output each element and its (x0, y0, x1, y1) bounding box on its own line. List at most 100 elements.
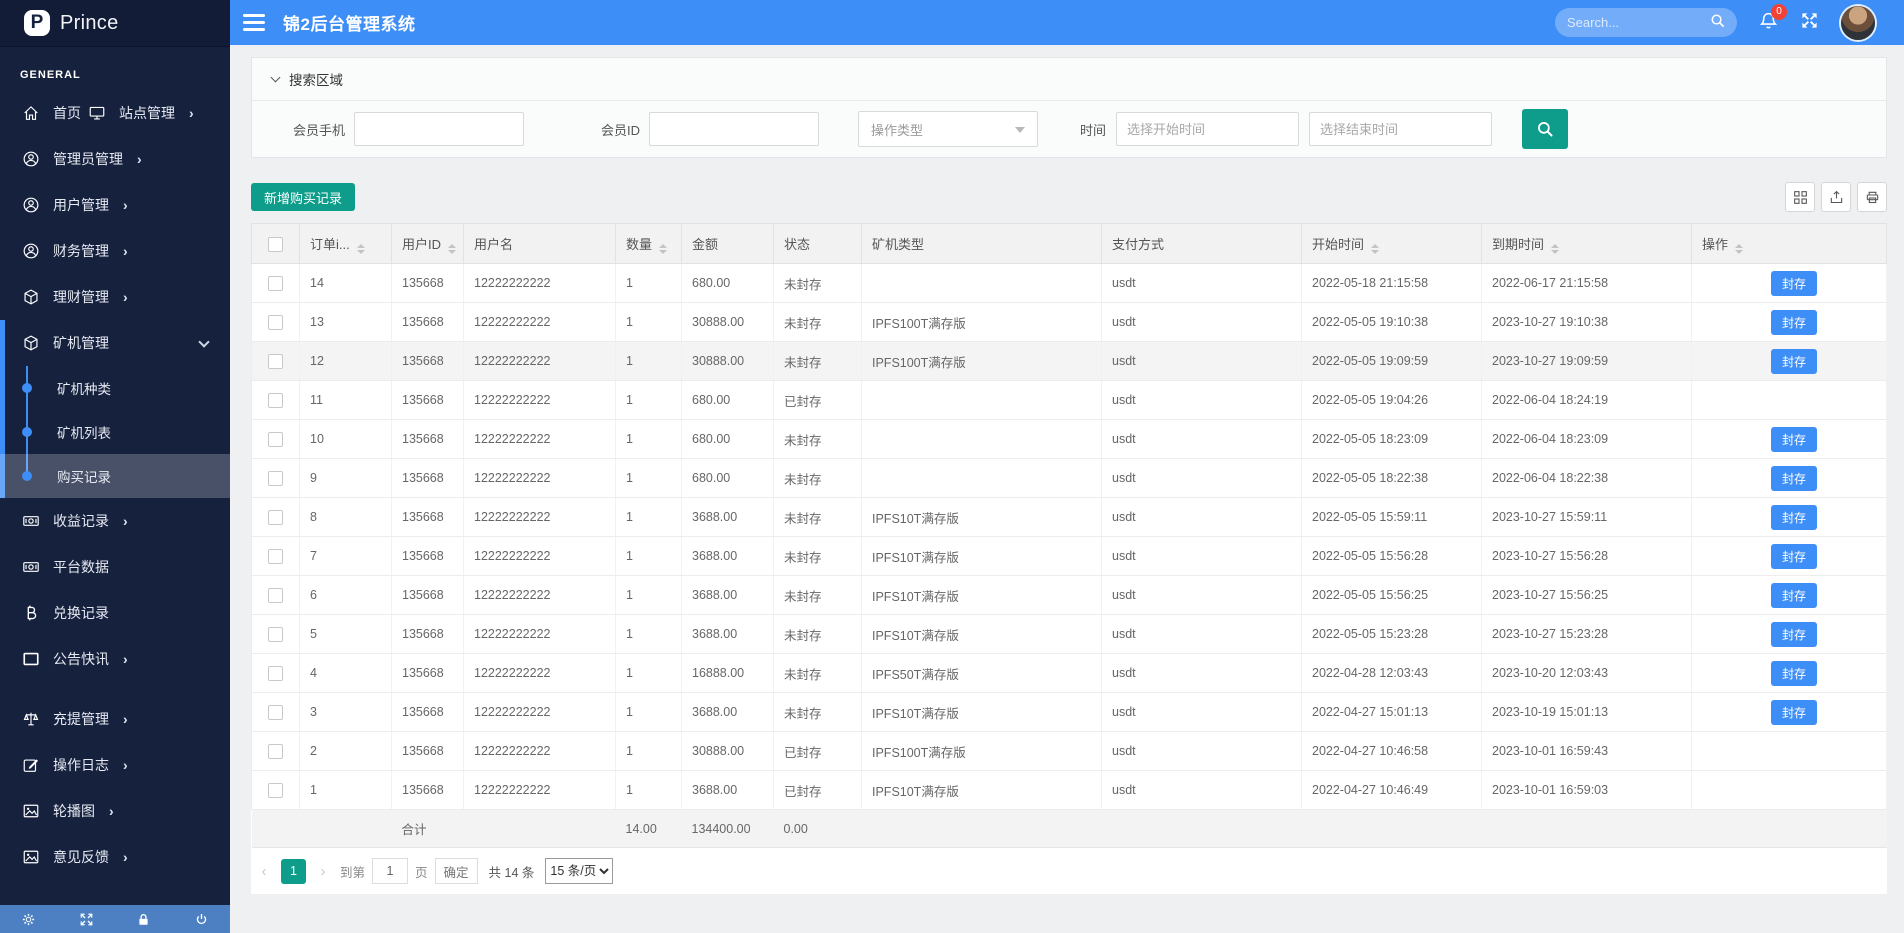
column-header-操作[interactable]: 操作 (1692, 224, 1887, 264)
columns-button[interactable] (1785, 182, 1815, 212)
sidebar-item-理财管理[interactable]: 理财管理› (0, 274, 230, 320)
sidebar-item-收益记录[interactable]: 收益记录› (0, 498, 230, 544)
sidebar-item-平台数据[interactable]: 平台数据 (0, 544, 230, 590)
column-header-到期时间[interactable]: 到期时间 (1482, 224, 1692, 264)
row-checkbox[interactable] (268, 627, 283, 642)
lock-icon[interactable] (115, 905, 173, 933)
power-icon[interactable] (173, 905, 231, 933)
seal-button[interactable]: 封存 (1771, 466, 1817, 491)
sort-arrows-icon[interactable] (357, 244, 365, 254)
header-search-input[interactable] (1567, 15, 1710, 30)
column-header-用户ID[interactable]: 用户ID (392, 224, 464, 264)
sidebar-item-充提管理[interactable]: 充提管理› (0, 696, 230, 742)
row-checkbox[interactable] (268, 549, 283, 564)
seal-button[interactable]: 封存 (1771, 700, 1817, 725)
row-checkbox[interactable] (268, 783, 283, 798)
avatar[interactable] (1841, 6, 1875, 40)
menu-toggle-icon[interactable] (243, 10, 267, 35)
gear-icon[interactable] (0, 905, 58, 933)
sort-arrows-icon[interactable] (448, 244, 456, 254)
add-record-button[interactable]: 新增购买记录 (251, 183, 355, 211)
column-header-订单i...[interactable]: 订单i... (300, 224, 392, 264)
notifications-button[interactable]: 0 (1759, 11, 1778, 35)
sidebar-item-财务管理[interactable]: 财务管理› (0, 228, 230, 274)
select-all-checkbox[interactable] (268, 237, 283, 252)
seal-button[interactable]: 封存 (1771, 583, 1817, 608)
column-header-数量[interactable]: 数量 (616, 224, 682, 264)
sidebar-item-兑换记录[interactable]: 兑换记录 (0, 590, 230, 636)
member-id-input[interactable] (649, 112, 819, 146)
row-checkbox[interactable] (268, 666, 283, 681)
prev-page-button[interactable]: ‹ (254, 863, 274, 880)
next-page-button[interactable]: › (313, 863, 333, 880)
row-checkbox[interactable] (268, 588, 283, 603)
sidebar-item-label: 首页 (53, 103, 81, 123)
sidebar-item-意见反馈[interactable]: 意见反馈› (0, 834, 230, 880)
row-checkbox[interactable] (268, 510, 283, 525)
export-button[interactable] (1821, 182, 1851, 212)
row-checkbox[interactable] (268, 393, 283, 408)
sort-arrows-icon[interactable] (1735, 244, 1743, 254)
search-form: 会员手机 会员ID 操作类型 时间 (252, 101, 1886, 157)
print-button[interactable] (1857, 182, 1887, 212)
sort-arrows-icon[interactable] (1371, 244, 1379, 254)
sidebar-subitem-矿机列表[interactable]: 矿机列表 (0, 410, 230, 454)
sidebar-subitem-购买记录[interactable]: 购买记录 (0, 454, 230, 498)
sidebar-item-站点管理[interactable]: 站点管理› (88, 90, 194, 136)
banknote-icon (22, 512, 40, 530)
sidebar-item-公告快讯[interactable]: 公告快讯› (0, 636, 230, 682)
operation-type-select[interactable]: 操作类型 (858, 111, 1038, 147)
cell-username: 12222222222 (464, 615, 616, 654)
sort-arrows-icon[interactable] (1551, 244, 1559, 254)
goto-confirm-button[interactable]: 确定 (435, 858, 478, 884)
start-time-input[interactable] (1116, 112, 1299, 146)
sidebar-item-首页[interactable]: 首页 (0, 90, 88, 136)
sidebar-item-用户管理[interactable]: 用户管理› (0, 182, 230, 228)
seal-button[interactable]: 封存 (1771, 661, 1817, 686)
current-page-button[interactable]: 1 (281, 859, 306, 884)
end-time-input[interactable] (1309, 112, 1492, 146)
goto-page-input[interactable] (372, 858, 408, 884)
cell-action: 封存 (1692, 537, 1887, 576)
seal-button[interactable]: 封存 (1771, 505, 1817, 530)
seal-button[interactable]: 封存 (1771, 271, 1817, 296)
table-row: 10 135668 12222222222 1 680.00 未封存 usdt … (252, 420, 1887, 459)
seal-button[interactable]: 封存 (1771, 310, 1817, 335)
seal-button[interactable]: 封存 (1771, 427, 1817, 452)
sort-arrows-icon[interactable] (659, 244, 667, 254)
column-header-开始时间[interactable]: 开始时间 (1302, 224, 1482, 264)
header-search[interactable] (1555, 8, 1737, 37)
window-icon (22, 650, 40, 668)
row-checkbox[interactable] (268, 705, 283, 720)
page-size-select[interactable]: 15 条/页 (545, 858, 613, 884)
brand-logo[interactable]: P Prince (0, 0, 230, 47)
cell-order-id: 8 (300, 498, 392, 537)
expand-icon[interactable] (58, 905, 116, 933)
sidebar-item-操作日志[interactable]: 操作日志› (0, 742, 230, 788)
search-submit-button[interactable] (1522, 109, 1568, 149)
sidebar-item-管理员管理[interactable]: 管理员管理› (0, 136, 230, 182)
member-phone-input[interactable] (354, 112, 524, 146)
cell-username: 12222222222 (464, 576, 616, 615)
cell-amount: 3688.00 (682, 693, 774, 732)
sidebar-item-轮播图[interactable]: 轮播图› (0, 788, 230, 834)
sidebar-subitem-矿机种类[interactable]: 矿机种类 (0, 366, 230, 410)
cell-quantity: 1 (616, 381, 682, 420)
search-icon[interactable] (1710, 13, 1725, 33)
row-checkbox[interactable] (268, 354, 283, 369)
search-panel-header[interactable]: 搜索区域 (252, 58, 1886, 101)
seal-button[interactable]: 封存 (1771, 544, 1817, 569)
sidebar-item-矿机管理[interactable]: 矿机管理 (0, 320, 230, 366)
column-header-label: 到期时间 (1492, 237, 1544, 252)
seal-button[interactable]: 封存 (1771, 622, 1817, 647)
seal-button[interactable]: 封存 (1771, 349, 1817, 374)
column-header-金额: 金额 (682, 224, 774, 264)
row-checkbox[interactable] (268, 471, 283, 486)
row-checkbox[interactable] (268, 744, 283, 759)
cell-action: 封存 (1692, 498, 1887, 537)
row-checkbox[interactable] (268, 315, 283, 330)
table-row: 9 135668 12222222222 1 680.00 未封存 usdt 2… (252, 459, 1887, 498)
row-checkbox[interactable] (268, 432, 283, 447)
fullscreen-button[interactable] (1800, 11, 1819, 35)
row-checkbox[interactable] (268, 276, 283, 291)
